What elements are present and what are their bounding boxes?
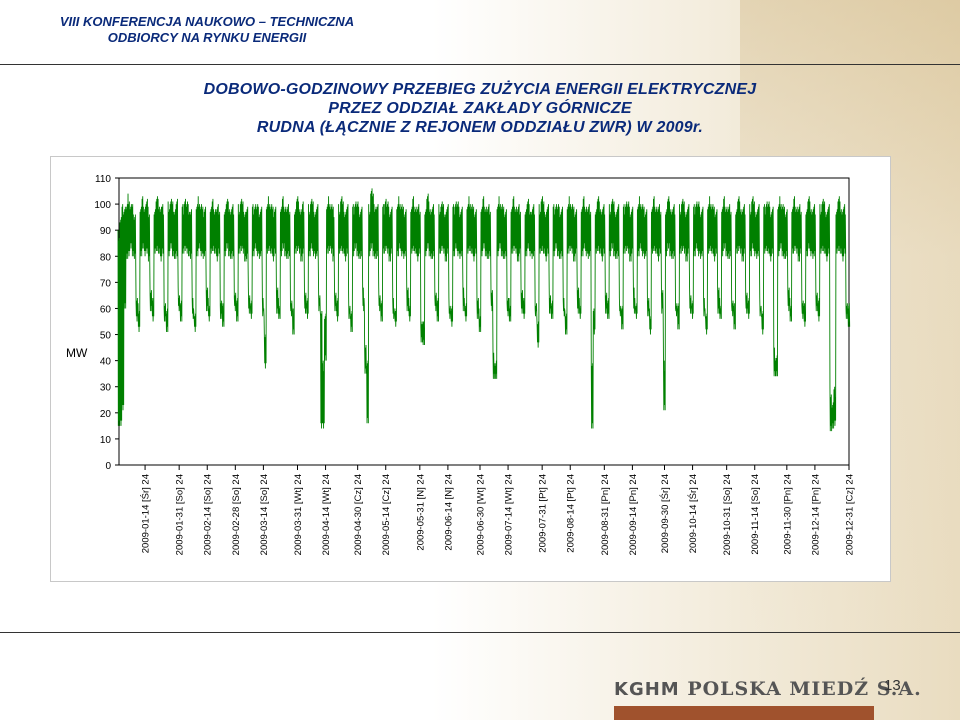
- x-tick-label: 2009-09-30 [Śr] 24: [659, 474, 671, 553]
- y-tick-label: 70: [100, 278, 112, 289]
- y-tick-label: 100: [94, 200, 111, 211]
- x-tick-label: 2009-04-14 [Wt] 24: [321, 474, 332, 555]
- y-tick-label: 50: [100, 331, 112, 342]
- footer-divider: [0, 632, 960, 633]
- x-tick-label: 2009-10-31 [So] 24: [722, 474, 733, 555]
- x-tick-label: 2009-05-31 [N] 24: [415, 474, 426, 551]
- conference-line-1: VIII KONFERENCJA NAUKOWO – TECHNICZNA: [59, 14, 355, 29]
- chart-frame: 0 10 20 30 40 50 60 70 80 90 100 110 2009-01-14 [Śr…: [50, 156, 891, 582]
- x-tick-label: 2009-09-14 [Pn] 24: [628, 474, 639, 555]
- x-tick-label: 2009-02-14 [So] 24: [203, 474, 214, 555]
- x-tick-label: 2009-11-30 [Pn] 24: [782, 474, 793, 555]
- y-tick-label: 90: [100, 226, 112, 237]
- logo-kghm: KGHM: [614, 679, 680, 700]
- y-tick-label: 80: [100, 252, 112, 263]
- conference-line-2: ODBIORCY NA RYNKU ENERGII: [107, 30, 307, 45]
- x-tick-label: 2009-11-14 [So] 24: [750, 474, 761, 555]
- slide-title-line-2: PRZEZ ODDZIAŁ ZAKŁADY GÓRNICZE: [328, 100, 632, 117]
- slide-title-line-1: DOBOWO-GODZINOWY PRZEBIEG ZUŻYCIA ENERGI…: [203, 81, 757, 98]
- slide-title-line-3: RUDNA (ŁĄCZNIE Z REJONEM ODDZIAŁU ZWR) W…: [256, 119, 704, 136]
- conference-header: VIII KONFERENCJA NAUKOWO – TECHNICZNA OD…: [47, 14, 367, 46]
- header-divider: [0, 64, 960, 65]
- logo-bar: [614, 706, 874, 720]
- x-tick-label: 2009-01-31 [So] 24: [175, 474, 186, 555]
- x-tick-label: 2009-08-14 [Pt] 24: [566, 474, 577, 553]
- y-tick-label: 30: [100, 383, 112, 394]
- x-tick-label: 2009-01-14 [Śr] 24: [140, 474, 152, 553]
- y-tick-label: 40: [100, 357, 112, 368]
- x-tick-label: 2009-06-30 [Wt] 24: [475, 474, 486, 555]
- x-tick-label: 2009-05-14 [Cz] 24: [381, 474, 392, 555]
- x-tick-label: 2009-10-14 [Śr] 24: [687, 474, 699, 553]
- x-tick-label: 2009-06-14 [N] 24: [443, 474, 454, 551]
- y-tick-label: 20: [100, 409, 112, 420]
- y-tick-label: 10: [100, 435, 112, 446]
- y-tick-label: 60: [100, 304, 112, 315]
- x-tick-label: 2009-12-31 [Cz] 24: [845, 474, 856, 555]
- x-tick-label: 2009-07-31 [Pt] 24: [538, 474, 549, 553]
- page-number: 13: [884, 677, 901, 694]
- x-tick-label: 2009-12-14 [Pn] 24: [810, 474, 821, 555]
- slide-title: DOBOWO-GODZINOWY PRZEBIEG ZUŻYCIA ENERGI…: [60, 80, 900, 137]
- x-tick-label: 2009-02-28 [So] 24: [231, 474, 242, 555]
- load-chart: 0 10 20 30 40 50 60 70 80 90 100 110 2009-01-14 [Śr…: [66, 174, 856, 555]
- x-tick-label: 2009-03-31 [Wt] 24: [293, 474, 304, 555]
- y-axis-label: MW: [66, 346, 88, 360]
- y-tick-label: 110: [95, 174, 111, 185]
- y-tick-label: 0: [105, 461, 111, 472]
- x-tick-label: 2009-04-30 [Cz] 24: [353, 474, 364, 555]
- x-tick-label: 2009-03-14 [So] 24: [259, 474, 270, 555]
- x-tick-label: 2009-08-31 [Pn] 24: [600, 474, 611, 555]
- company-logo: KGHM POLSKA MIEDŹ S.A.: [614, 678, 922, 700]
- x-tick-label: 2009-07-14 [Wt] 24: [504, 474, 515, 555]
